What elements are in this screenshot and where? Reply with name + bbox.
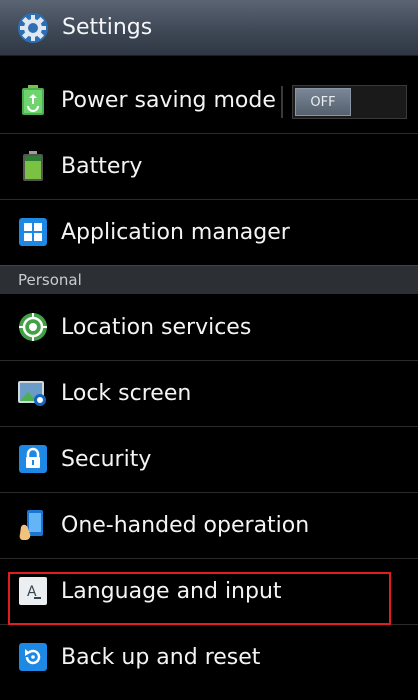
settings-item-label: Back up and reset — [61, 644, 261, 670]
toggle-divider — [281, 86, 283, 118]
toggle-knob: OFF — [295, 88, 351, 116]
settings-item-power-saving[interactable]: Power saving mode OFF — [0, 67, 418, 133]
settings-item-label: Lock screen — [61, 380, 192, 406]
settings-item-one-handed[interactable]: One-handed operation — [0, 492, 418, 558]
settings-item-battery[interactable]: Battery — [0, 133, 418, 199]
settings-item-label: Battery — [61, 153, 143, 179]
settings-item-lock-screen[interactable]: Lock screen — [0, 360, 418, 426]
backup-reset-icon — [18, 642, 48, 672]
settings-item-label: Application manager — [61, 219, 290, 245]
settings-item-language-input[interactable]: A Language and input — [0, 558, 418, 624]
battery-icon — [18, 151, 48, 181]
settings-item-security[interactable]: Security — [0, 426, 418, 492]
power-saving-icon — [18, 85, 48, 115]
security-lock-icon — [18, 444, 48, 474]
settings-item-label: Language and input — [61, 578, 282, 604]
lock-screen-icon — [18, 378, 48, 408]
settings-item-application-manager[interactable]: Application manager — [0, 199, 418, 265]
page-title: Settings — [62, 15, 153, 40]
settings-item-label: Power saving mode — [61, 87, 276, 113]
section-header-personal: Personal — [0, 265, 418, 294]
settings-item-backup-reset[interactable]: Back up and reset — [0, 624, 418, 690]
power-saving-toggle[interactable]: OFF — [292, 85, 407, 119]
application-manager-icon — [18, 217, 48, 247]
settings-item-location-services[interactable]: Location services — [0, 294, 418, 360]
settings-item-label: Security — [61, 446, 152, 472]
settings-gear-icon[interactable] — [16, 11, 50, 45]
settings-list: Power saving mode OFF Battery Applicatio… — [0, 67, 418, 690]
settings-item-label: Location services — [61, 314, 252, 340]
one-handed-icon — [18, 510, 48, 540]
settings-item-label: One-handed operation — [61, 512, 310, 538]
language-input-icon: A — [18, 576, 48, 606]
location-icon — [18, 312, 48, 342]
action-bar: Settings — [0, 0, 418, 56]
